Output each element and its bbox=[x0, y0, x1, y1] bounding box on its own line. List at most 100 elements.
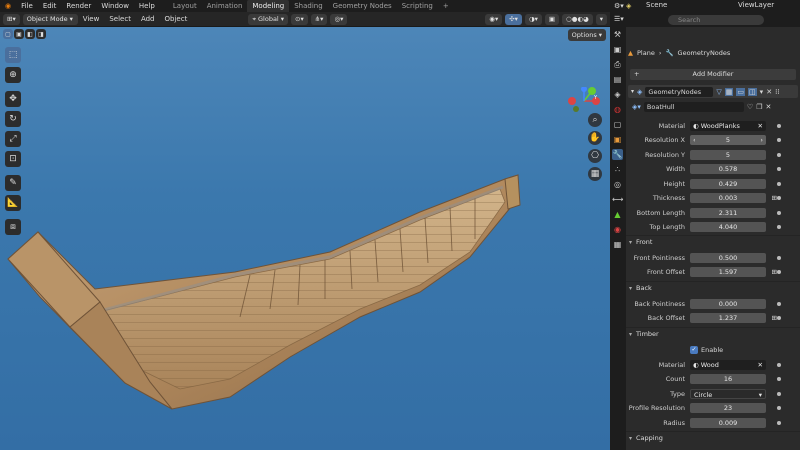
options-dropdown[interactable]: Options ▾ bbox=[567, 29, 606, 41]
texture-tab-icon[interactable]: ▦ bbox=[612, 239, 623, 250]
menu-add[interactable]: Add bbox=[136, 13, 160, 25]
fake-user-icon[interactable]: ♡ bbox=[747, 103, 753, 111]
animate-property-icon[interactable] bbox=[777, 301, 781, 306]
remove-modifier-icon[interactable]: ✕ bbox=[766, 88, 772, 96]
animate-property-icon[interactable] bbox=[777, 316, 781, 320]
editmode-toggle-icon[interactable]: ▦ bbox=[724, 87, 734, 96]
thickness-field[interactable]: 0.003 ⊞ bbox=[690, 193, 777, 203]
resolution-x-field[interactable]: ‹ 5 › bbox=[690, 135, 766, 145]
enable-checkbox[interactable]: ✓ bbox=[690, 345, 698, 354]
front-pointiness-field[interactable]: 0.500 bbox=[690, 252, 766, 263]
render-toggle-icon[interactable]: ◫ bbox=[748, 87, 757, 96]
add-workspace-button[interactable]: + bbox=[438, 0, 454, 12]
menu-help[interactable]: Help bbox=[134, 0, 160, 12]
animate-property-icon[interactable] bbox=[777, 196, 781, 200]
increment-icon[interactable]: › bbox=[760, 135, 763, 145]
physics-tab-icon[interactable]: ◎ bbox=[612, 179, 623, 190]
blender-logo-icon[interactable]: ◉ bbox=[0, 0, 16, 12]
pivot-dropdown[interactable]: ⊙▾ bbox=[291, 13, 308, 25]
back-offset-field[interactable]: 1.237 ⊞ bbox=[690, 313, 777, 323]
material-field[interactable]: ◐ Wood ✕ bbox=[690, 359, 766, 370]
tab-animation[interactable]: Animation bbox=[202, 0, 248, 12]
unlink-icon[interactable]: ✕ bbox=[765, 103, 771, 111]
pan-view-icon[interactable]: ✋ bbox=[588, 131, 602, 145]
viewport-toggle-icon[interactable]: ▭ bbox=[736, 87, 746, 96]
menu-select[interactable]: Select bbox=[104, 13, 136, 25]
animate-property-icon[interactable] bbox=[777, 420, 781, 425]
collection-tab-icon[interactable]: ▢ bbox=[612, 119, 623, 130]
section-back[interactable]: ▾ Back bbox=[626, 281, 800, 294]
3d-viewport[interactable]: ▢ ▣ ◧ ◨ ⬚ ⊕ ✥ ↻ ⤢ ⊡ ✎ 📐 ⧈ Options▾ Y ⌕ bbox=[0, 27, 610, 450]
move-tool-icon[interactable]: ✥ bbox=[5, 91, 21, 107]
keyframe-icon[interactable]: ⊞ bbox=[772, 313, 777, 323]
orientation-dropdown[interactable]: ⌖ Global ▾ bbox=[248, 13, 289, 25]
decrement-icon[interactable]: ‹ bbox=[693, 135, 696, 145]
duplicate-icon[interactable]: ❐ bbox=[756, 103, 762, 111]
width-field[interactable]: 0.578 bbox=[690, 164, 766, 174]
world-tab-icon[interactable]: ◍ bbox=[612, 104, 623, 115]
tab-scripting[interactable]: Scripting bbox=[397, 0, 438, 12]
section-timber[interactable]: ▾ Timber bbox=[626, 327, 800, 340]
animate-property-icon[interactable] bbox=[777, 255, 781, 260]
scene-tab-icon[interactable]: ◈ bbox=[612, 89, 623, 100]
scene-selector[interactable]: ⚙▾ ◈ bbox=[614, 2, 631, 10]
rotate-tool-icon[interactable]: ↻ bbox=[5, 111, 21, 127]
height-field[interactable]: 0.429 bbox=[690, 178, 766, 189]
output-tab-icon[interactable]: ⎙ bbox=[612, 59, 623, 70]
menu-file[interactable]: File bbox=[16, 0, 38, 12]
modifier-tab-icon[interactable]: 🔧 bbox=[612, 149, 623, 160]
visibility-dropdown[interactable]: ◉▾ bbox=[485, 13, 503, 25]
scale-tool-icon[interactable]: ⤢ bbox=[5, 131, 21, 147]
zoom-view-icon[interactable]: ⌕ bbox=[588, 113, 602, 127]
animate-property-icon[interactable] bbox=[777, 181, 781, 186]
menu-object[interactable]: Object bbox=[160, 13, 193, 25]
tab-shading[interactable]: Shading bbox=[289, 0, 327, 12]
bottom-length-field[interactable]: 2.311 bbox=[690, 207, 766, 218]
mode-dropdown[interactable]: Object Mode ▾ bbox=[22, 13, 78, 25]
material-tab-icon[interactable]: ◉ bbox=[612, 224, 623, 235]
animate-property-icon[interactable] bbox=[777, 167, 781, 171]
animate-property-icon[interactable] bbox=[777, 225, 781, 229]
animate-property-icon[interactable] bbox=[777, 362, 781, 367]
tab-layout[interactable]: Layout bbox=[168, 0, 202, 12]
menu-window[interactable]: Window bbox=[96, 0, 134, 12]
measure-tool-icon[interactable]: 📐 bbox=[5, 195, 21, 211]
keyframe-icon[interactable]: ⊞ bbox=[772, 193, 777, 203]
proportional-edit-toggle[interactable]: ◎▾ bbox=[330, 13, 348, 25]
breadcrumb-modifier[interactable]: GeometryNodes bbox=[678, 49, 731, 57]
add-modifier-button[interactable]: + Add Modifier bbox=[630, 69, 796, 80]
section-front[interactable]: ▾ Front bbox=[626, 235, 800, 248]
editor-type-icon[interactable]: ☰▾ bbox=[614, 15, 624, 23]
add-cube-tool-icon[interactable]: ⧈ bbox=[5, 219, 21, 235]
select-box-tool-icon[interactable]: ⬚ bbox=[5, 47, 21, 63]
data-tab-icon[interactable]: ▲ bbox=[612, 209, 623, 220]
animate-property-icon[interactable] bbox=[777, 406, 781, 410]
menu-render[interactable]: Render bbox=[61, 0, 96, 12]
camera-view-icon[interactable]: ⎔ bbox=[588, 149, 602, 163]
gizmo-toggle[interactable]: ✣▾ bbox=[505, 13, 522, 25]
back-pointiness-field[interactable]: 0.000 bbox=[690, 298, 766, 309]
collapse-chevron-icon[interactable]: ▾ bbox=[631, 88, 634, 95]
clear-material-icon[interactable]: ✕ bbox=[758, 360, 763, 370]
dropdown-chevron-icon[interactable]: ▾ bbox=[760, 88, 764, 96]
section-capping[interactable]: ▾ Capping bbox=[626, 431, 800, 444]
shading-options-dropdown[interactable]: ▾ bbox=[595, 13, 607, 25]
resolution-y-field[interactable]: 5 bbox=[690, 149, 766, 160]
view-layer-name[interactable]: ViewLayer bbox=[738, 1, 774, 9]
count-field[interactable]: 16 bbox=[690, 374, 766, 384]
view-layer-tab-icon[interactable]: ▤ bbox=[612, 74, 623, 85]
transform-tool-icon[interactable]: ⊡ bbox=[5, 151, 21, 167]
select-intersect-icon[interactable]: ◨ bbox=[36, 29, 46, 39]
ortho-toggle-icon[interactable]: ▦ bbox=[588, 167, 602, 181]
animate-property-icon[interactable] bbox=[777, 138, 781, 142]
xray-toggle[interactable]: ▣ bbox=[544, 13, 560, 25]
annotate-tool-icon[interactable]: ✎ bbox=[5, 175, 21, 191]
animate-property-icon[interactable] bbox=[777, 391, 781, 396]
select-subtract-icon[interactable]: ◧ bbox=[25, 29, 35, 39]
render-tab-icon[interactable]: ▣ bbox=[612, 44, 623, 55]
node-group-field[interactable]: BoatHull bbox=[643, 102, 744, 112]
menu-edit[interactable]: Edit bbox=[38, 0, 62, 12]
select-extend-icon[interactable]: ▣ bbox=[14, 29, 24, 39]
select-box-mode-icon[interactable]: ▢ bbox=[3, 29, 13, 39]
overlay-toggle[interactable]: ◑▾ bbox=[524, 13, 542, 25]
